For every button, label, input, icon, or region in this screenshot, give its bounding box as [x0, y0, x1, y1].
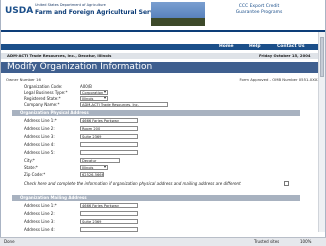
address-line-2-label: Address Line 2:: [24, 126, 55, 131]
program-line-2: Guarantee Programs: [235, 10, 283, 15]
company-name-input[interactable]: ADM-ACTI Trade Resources, Inc.: [80, 102, 168, 107]
page-title: Modify Organization Information: [1, 62, 325, 73]
address-line-1-label: Address Line 1:*: [24, 118, 57, 123]
mailing-address-line-1-label: Address Line 1:*: [24, 203, 57, 208]
city-label: City:*: [24, 158, 35, 163]
section-physical-address: Organization Physical Address: [12, 110, 300, 116]
mailing-address-line-3-input[interactable]: Suite 2369: [80, 219, 138, 224]
top-nav: Home Help Contact Us: [1, 44, 325, 50]
zip-code-input[interactable]: 62526-5666: [80, 172, 104, 177]
current-date: Friday October 15, 2004: [259, 53, 311, 58]
nav-help[interactable]: Help: [249, 44, 261, 50]
nav-contact-us[interactable]: Contact Us: [277, 44, 305, 50]
state-label: State:*: [24, 165, 38, 170]
mailing-address-line-1-input[interactable]: 4666 Faries Parkway: [80, 203, 138, 208]
zip-code-label: Zip Code:*: [24, 172, 46, 177]
state-select[interactable]: Illinois: [80, 165, 108, 170]
different-address-text: Check here and complete the information …: [24, 181, 241, 186]
section-mailing-address: Organization Mailing Address: [12, 195, 300, 201]
address-line-1-input[interactable]: 4666 Faries Parkway: [80, 118, 138, 123]
address-line-3-label: Address Line 3:: [24, 134, 55, 139]
mailing-address-line-4-input[interactable]: [80, 227, 138, 232]
city-input[interactable]: Decatur: [80, 158, 120, 163]
vertical-scrollbar[interactable]: [318, 32, 325, 232]
address-line-2-input[interactable]: Room 200: [80, 126, 138, 131]
usda-logo[interactable]: USDA: [5, 4, 33, 18]
address-line-3-input[interactable]: Suite 2369: [80, 134, 138, 139]
info-bar: ADM-ACTI Trade Resources, Inc., Decatur,…: [1, 53, 325, 59]
mailing-address-line-3-label: Address Line 3:: [24, 219, 55, 224]
form-approval: Form Approved - OMB Number 0551-0XXX: [239, 77, 320, 82]
agency-name: Farm and Foreign Agricultural Services: [35, 9, 168, 16]
mailing-address-line-2-input[interactable]: [80, 211, 138, 216]
address-line-5-input[interactable]: [80, 150, 138, 155]
company-location: ADM-ACTI Trade Resources, Inc., Decatur,…: [7, 53, 112, 58]
company-name-label: Company Name:*: [24, 102, 60, 107]
mailing-address-line-2-label: Address Line 2:: [24, 211, 55, 216]
address-line-4-input[interactable]: [80, 142, 138, 147]
different-address-checkbox[interactable]: [284, 181, 289, 186]
program-name: CCC Export Credit Guarantee Programs: [209, 4, 309, 16]
nav-home[interactable]: Home: [219, 44, 234, 50]
owner-number: Owner Number 16: [6, 77, 41, 82]
address-line-5-label: Address Line 5:: [24, 150, 55, 155]
scrollbar-thumb[interactable]: [320, 37, 324, 77]
header-divider: [1, 30, 325, 32]
department-name: United States Department of Agriculture: [35, 3, 106, 7]
registered-state-select[interactable]: Illinois: [80, 96, 108, 101]
site-header: USDA United States Department of Agricul…: [1, 0, 325, 30]
page-subheader: Owner Number 16 Form Approved - OMB Numb…: [6, 77, 320, 82]
mailing-address-line-4-label: Address Line 4:: [24, 227, 55, 232]
address-line-4-label: Address Line 4:: [24, 142, 55, 147]
header-photo: [151, 2, 205, 26]
